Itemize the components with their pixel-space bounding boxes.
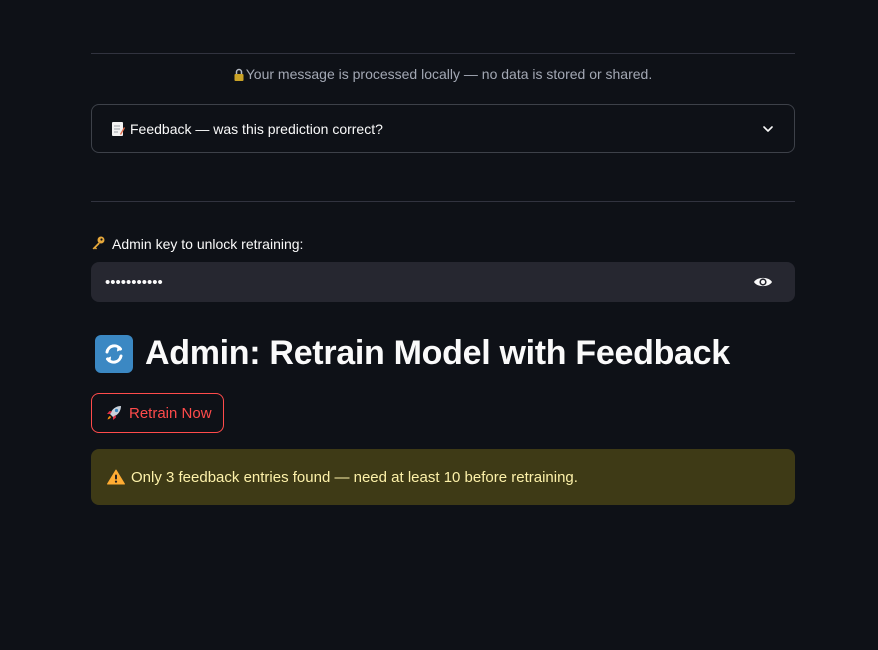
warning-alert: Only 3 feedback entries found — need at … [91,449,795,505]
key-icon [91,235,106,253]
chevron-down-icon[interactable] [762,122,774,134]
privacy-caption: Your message is processed locally — no d… [91,66,795,82]
refresh-icon [95,334,133,373]
top-divider [91,53,795,54]
memo-icon [111,121,125,137]
admin-key-input[interactable] [103,272,727,292]
warning-message: Only 3 feedback entries found — need at … [131,468,578,486]
privacy-caption-text: Your message is processed locally — no d… [245,66,653,82]
retrain-now-label: Retrain Now [129,404,212,422]
admin-key-field[interactable] [91,262,795,302]
eye-icon[interactable] [753,274,773,290]
admin-key-label: Admin key to unlock retraining: [91,235,303,253]
admin-key-label-text: Admin key to unlock retraining: [112,236,304,252]
feedback-expander-label: Feedback — was this prediction correct? [130,120,383,137]
warning-icon [107,469,125,485]
rocket-icon [105,404,123,422]
retrain-title: Admin: Retrain Model with Feedback [145,334,730,372]
section-divider [91,201,795,202]
lock-icon [234,67,244,81]
feedback-expander[interactable]: Feedback — was this prediction correct? [91,104,795,153]
retrain-now-button[interactable]: Retrain Now [91,393,224,433]
retrain-heading: Admin: Retrain Model with Feedback [95,334,730,373]
